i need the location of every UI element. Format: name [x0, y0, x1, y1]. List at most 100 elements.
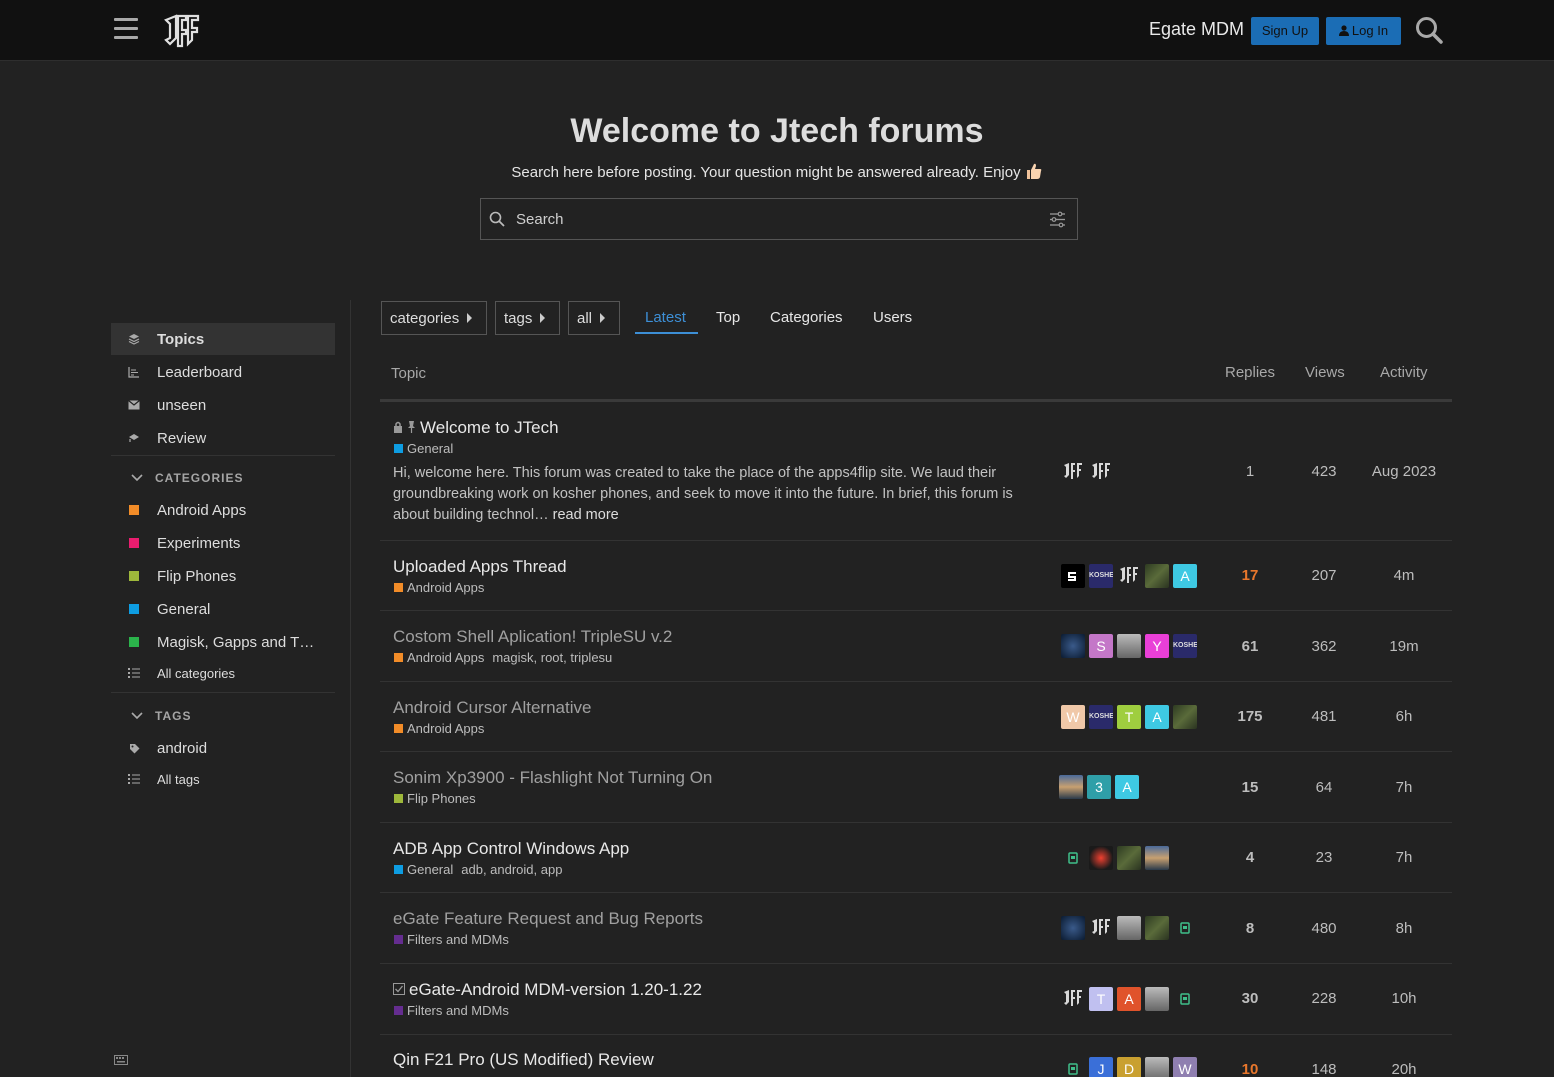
- search-icon[interactable]: [1414, 15, 1444, 45]
- topic-category-badge[interactable]: Android Apps: [394, 580, 484, 595]
- banner-search-box[interactable]: [480, 198, 1078, 240]
- topic-title[interactable]: ADB App Control Windows App: [393, 839, 629, 859]
- topic-title[interactable]: Qin F21 Pro (US Modified) Review: [393, 1050, 654, 1070]
- avatar[interactable]: KOSHER: [1089, 564, 1113, 588]
- avatar[interactable]: A: [1173, 564, 1197, 588]
- avatar[interactable]: Y: [1145, 634, 1169, 658]
- column-header-views[interactable]: Views: [1305, 364, 1345, 381]
- advanced-search-filter-icon[interactable]: [1049, 211, 1066, 228]
- site-name[interactable]: Egate MDM: [1149, 19, 1244, 40]
- topic-title[interactable]: eGate Feature Request and Bug Reports: [393, 909, 703, 929]
- topic-title[interactable]: Welcome to JTech: [393, 418, 559, 438]
- avatar[interactable]: [1061, 916, 1085, 940]
- avatar[interactable]: A: [1115, 775, 1139, 799]
- topic-tags[interactable]: magisk, root, triplesu: [492, 650, 612, 665]
- topic-replies[interactable]: 61: [1220, 638, 1280, 655]
- topic-replies[interactable]: 1: [1220, 463, 1280, 480]
- avatar[interactable]: [1173, 987, 1197, 1011]
- sidebar-category-magisk[interactable]: Magisk, Gapps and T…: [111, 626, 335, 658]
- avatar[interactable]: [1061, 564, 1085, 588]
- avatar[interactable]: [1145, 987, 1169, 1011]
- avatar[interactable]: A: [1145, 705, 1169, 729]
- read-more-link[interactable]: read more: [553, 507, 619, 523]
- topic-replies[interactable]: 8: [1220, 920, 1280, 937]
- tab-latest[interactable]: Latest: [645, 309, 686, 326]
- avatar[interactable]: [1173, 916, 1197, 940]
- avatar[interactable]: [1061, 634, 1085, 658]
- column-header-replies[interactable]: Replies: [1225, 364, 1275, 381]
- topic-category-badge[interactable]: Android Apps: [394, 721, 484, 736]
- categories-dropdown[interactable]: categories: [381, 301, 487, 335]
- topic-activity[interactable]: 4m: [1369, 567, 1439, 584]
- avatar[interactable]: S: [1089, 634, 1113, 658]
- topic-replies[interactable]: 175: [1220, 708, 1280, 725]
- topic-category-badge[interactable]: General: [394, 441, 453, 456]
- hamburger-menu-icon[interactable]: [114, 18, 138, 42]
- avatar[interactable]: [1117, 846, 1141, 870]
- topic-title[interactable]: Sonim Xp3900 - Flashlight Not Turning On: [393, 768, 712, 788]
- topic-replies[interactable]: 30: [1220, 990, 1280, 1007]
- tab-top[interactable]: Top: [716, 309, 740, 326]
- topic-title[interactable]: Uploaded Apps Thread: [393, 557, 567, 577]
- topic-activity[interactable]: 7h: [1369, 849, 1439, 866]
- topic-replies[interactable]: 17: [1220, 567, 1280, 584]
- site-logo[interactable]: [163, 14, 201, 48]
- sidebar-tag-android[interactable]: android: [111, 732, 335, 764]
- avatar[interactable]: T: [1089, 987, 1113, 1011]
- topic-activity[interactable]: 6h: [1369, 708, 1439, 725]
- avatar[interactable]: 3: [1087, 775, 1111, 799]
- sidebar-item-unseen[interactable]: unseen: [111, 389, 335, 421]
- topic-activity[interactable]: 19m: [1369, 638, 1439, 655]
- avatar[interactable]: [1145, 846, 1169, 870]
- column-header-activity[interactable]: Activity: [1380, 364, 1428, 381]
- keyboard-icon[interactable]: [114, 1055, 128, 1065]
- avatar[interactable]: W: [1061, 705, 1085, 729]
- topic-category-badge[interactable]: Filters and MDMs: [394, 1003, 509, 1018]
- sidebar-category-flip-phones[interactable]: Flip Phones: [111, 560, 335, 592]
- sidebar-item-review[interactable]: Review: [111, 422, 335, 454]
- sign-up-button[interactable]: Sign Up: [1251, 17, 1319, 45]
- topic-title[interactable]: Costom Shell Aplication! TripleSU v.2: [393, 627, 672, 647]
- search-input[interactable]: [516, 208, 1036, 230]
- avatar[interactable]: KOSHER: [1173, 634, 1197, 658]
- topic-activity[interactable]: Aug 2023: [1369, 463, 1439, 480]
- avatar[interactable]: [1145, 1057, 1169, 1077]
- avatar[interactable]: [1061, 460, 1085, 484]
- column-header-topic[interactable]: Topic: [391, 365, 426, 382]
- avatar[interactable]: W: [1173, 1057, 1197, 1077]
- log-in-button[interactable]: Log In: [1326, 17, 1401, 45]
- avatar[interactable]: [1089, 846, 1113, 870]
- avatar[interactable]: KOSHER: [1089, 705, 1113, 729]
- topic-category-badge[interactable]: Flip Phones: [394, 791, 476, 806]
- avatar[interactable]: D: [1117, 1057, 1141, 1077]
- sidebar-category-general[interactable]: General: [111, 593, 335, 625]
- avatar[interactable]: A: [1117, 987, 1141, 1011]
- tags-dropdown[interactable]: tags: [495, 301, 560, 335]
- avatar[interactable]: [1117, 916, 1141, 940]
- avatar[interactable]: [1089, 916, 1113, 940]
- sidebar-category-experiments[interactable]: Experiments: [111, 527, 335, 559]
- avatar[interactable]: [1117, 634, 1141, 658]
- sidebar-item-topics[interactable]: Topics: [111, 323, 335, 355]
- topic-category-badge[interactable]: Filters and MDMs: [394, 932, 509, 947]
- topic-tags[interactable]: adb, android, app: [461, 862, 562, 877]
- topic-replies[interactable]: 15: [1220, 779, 1280, 796]
- topic-title[interactable]: eGate-Android MDM-version 1.20-1.22: [393, 980, 702, 1000]
- topic-activity[interactable]: 10h: [1369, 990, 1439, 1007]
- topic-category-badge[interactable]: General adb, android, app: [394, 862, 562, 877]
- avatar[interactable]: [1145, 564, 1169, 588]
- topic-title[interactable]: Android Cursor Alternative: [393, 698, 591, 718]
- sidebar-all-categories[interactable]: All categories: [111, 657, 335, 689]
- topic-category-badge[interactable]: Android Apps magisk, root, triplesu: [394, 650, 612, 665]
- topic-replies[interactable]: 10: [1220, 1061, 1280, 1077]
- avatar[interactable]: [1061, 987, 1085, 1011]
- avatar[interactable]: [1089, 460, 1113, 484]
- avatar[interactable]: [1173, 705, 1197, 729]
- avatar[interactable]: T: [1117, 705, 1141, 729]
- topic-activity[interactable]: 8h: [1369, 920, 1439, 937]
- avatar[interactable]: [1145, 916, 1169, 940]
- sidebar-category-android-apps[interactable]: Android Apps: [111, 494, 335, 526]
- avatar[interactable]: [1059, 775, 1083, 799]
- avatar[interactable]: J: [1089, 1057, 1113, 1077]
- topic-replies[interactable]: 4: [1220, 849, 1280, 866]
